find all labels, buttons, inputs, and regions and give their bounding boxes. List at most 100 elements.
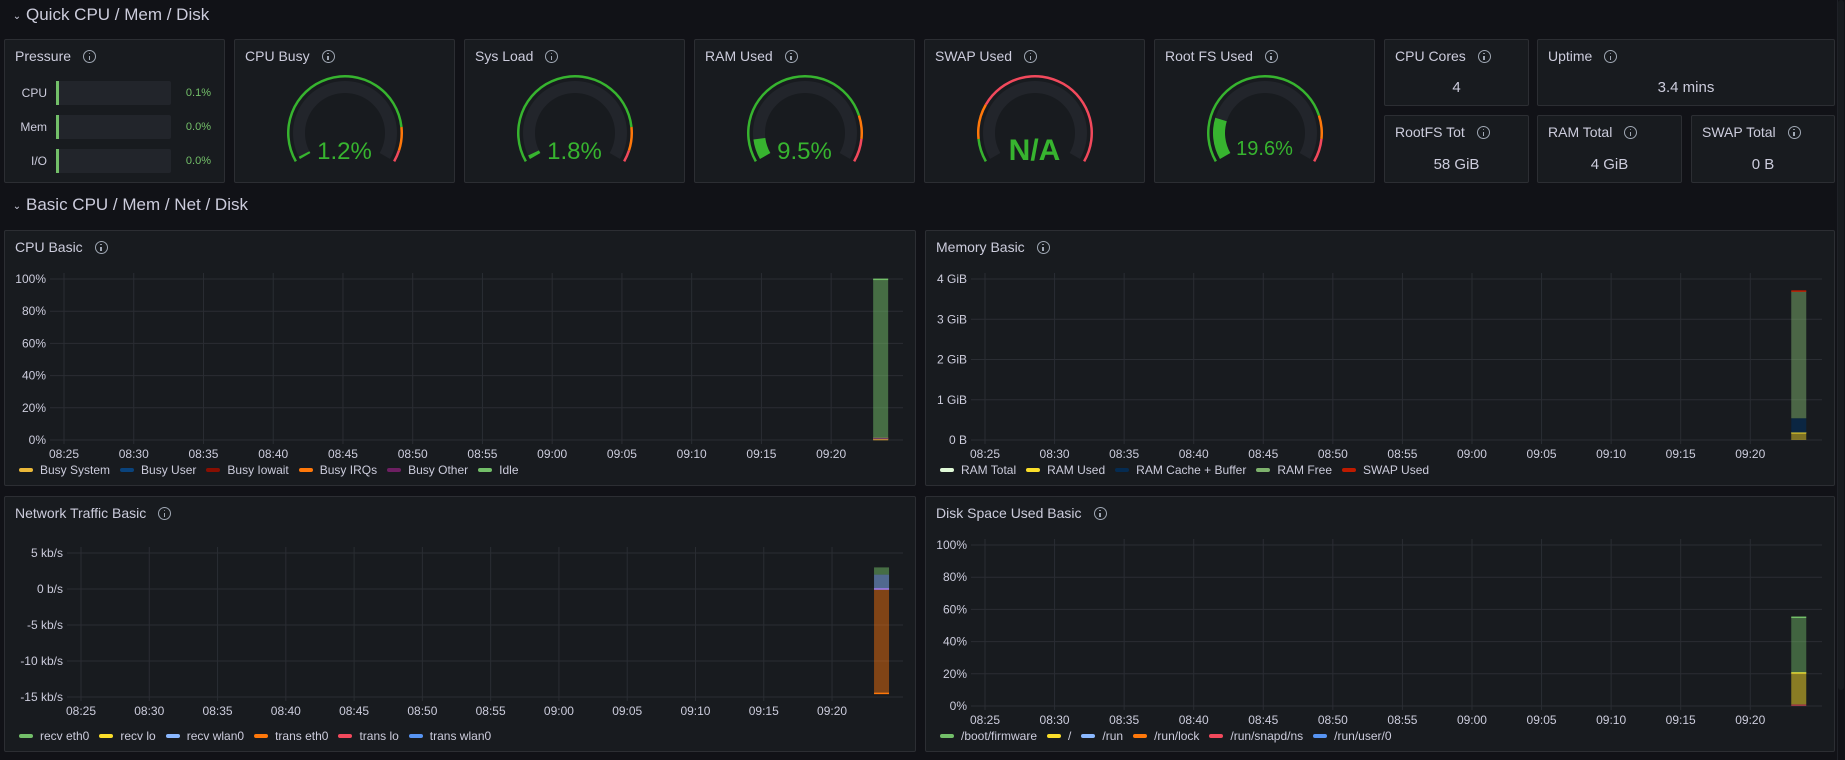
legend-item[interactable]: recv wlan0 (165, 729, 244, 743)
pressure-label: I/O (30, 154, 47, 168)
x-tick-label: 08:55 (1387, 713, 1417, 727)
gauge-threshold (857, 115, 863, 140)
legend-item[interactable]: /run/user/0 (1313, 729, 1392, 743)
legend-item[interactable]: Idle (478, 463, 519, 477)
legend-item[interactable]: /run (1081, 729, 1123, 743)
page-scrollbar[interactable] (1837, 0, 1845, 760)
panel-title-text: CPU Cores (1395, 48, 1466, 64)
legend-item[interactable]: recv lo (99, 729, 156, 743)
legend-item[interactable]: Busy User (120, 463, 196, 477)
x-tick-label: 08:40 (1179, 447, 1209, 461)
legend-item[interactable]: /run/snapd/ns (1209, 729, 1303, 743)
area-boot-firmware (1791, 617, 1807, 673)
legend-label: /boot/firmware (961, 729, 1038, 743)
legend-label: /run/snapd/ns (1230, 729, 1304, 743)
gauge-panel-root-fs-used: Root FS Used 19.6% (1154, 39, 1375, 183)
x-tick-label: 08:55 (467, 447, 497, 461)
stat-panel-swap-total: SWAP Total 0 B (1691, 115, 1835, 183)
legend-label: Busy System (40, 463, 111, 477)
legend-item[interactable]: RAM Free (1256, 463, 1332, 477)
info-icon[interactable] (1477, 125, 1490, 139)
row-header-quick[interactable]: ⌄ Quick CPU / Mem / Disk (12, 4, 209, 26)
stat-value: 58 GiB (1433, 156, 1480, 173)
pressure-bar (56, 115, 171, 139)
panel-title: CPU Cores (1395, 48, 1491, 64)
legend-label: recv lo (120, 729, 156, 743)
y-tick-label: 0 b/s (37, 582, 63, 596)
legend-item[interactable]: trans eth0 (254, 729, 328, 743)
x-tick-label: 09:20 (816, 447, 846, 461)
stat-value: 3.4 mins (1657, 79, 1715, 96)
legend-label: /run (1102, 729, 1124, 743)
x-tick-label: 09:05 (1527, 713, 1557, 727)
legend-label: recv eth0 (40, 729, 90, 743)
panel-title: RootFS Total (1395, 124, 1490, 140)
chart-plot: -15 kb/s -10 kb/s -5 kb/s 0 b/s 5 kb/s 08:25 0… (20, 546, 903, 718)
x-tick-label: 09:10 (680, 704, 710, 718)
info-icon[interactable] (83, 49, 97, 63)
info-icon[interactable] (1787, 125, 1801, 139)
legend-swatch (1209, 734, 1224, 738)
legend-swatch (298, 468, 313, 472)
scrollbar-thumb[interactable] (1838, 0, 1844, 690)
info-icon[interactable] (1624, 125, 1638, 139)
x-tick-label: 09:05 (607, 447, 637, 461)
panel-title-text: RootFS Total (1395, 124, 1465, 140)
x-tick-label: 08:30 (119, 447, 149, 461)
x-tick-label: 08:45 (1248, 713, 1278, 727)
legend-item[interactable]: Busy Iowait (206, 463, 289, 477)
legend-item[interactable]: SWAP Used (1342, 463, 1429, 477)
y-tick-label: 60% (22, 336, 46, 350)
x-tick-label: 09:00 (537, 447, 567, 461)
legend-item[interactable]: / (1047, 729, 1071, 743)
pressure-value: 0.1% (185, 87, 211, 99)
row-title: Basic CPU / Mem / Net / Disk (26, 195, 248, 214)
x-tick-label: 08:40 (258, 447, 288, 461)
legend-swatch (408, 734, 423, 738)
legend-item[interactable]: Busy IRQs (298, 463, 377, 477)
legend-swatch (19, 734, 33, 738)
legend-item[interactable]: /run/lock (1133, 729, 1199, 743)
area-trans-eth0 (874, 589, 890, 694)
pressure-bar (56, 81, 171, 105)
legend-item[interactable]: RAM Cache + Buffer (1115, 463, 1246, 477)
chart-legend: RAM Total RAM Used RAM Cache + Buffer RAM F… (940, 463, 1429, 477)
x-tick-label: 08:25 (970, 447, 1000, 461)
legend-label: SWAP Used (1363, 463, 1430, 477)
gauge (1207, 75, 1323, 162)
legend-label: RAM Cache + Buffer (1136, 463, 1247, 477)
legend-item[interactable]: /boot/firmware (940, 729, 1037, 743)
panel-title-text: SWAP Total (1702, 124, 1776, 140)
x-tick-label: 09:00 (1457, 447, 1487, 461)
pressure-label: CPU (21, 86, 47, 100)
legend-label: trans wlan0 (429, 729, 492, 743)
legend-swatch (206, 468, 221, 472)
legend-item[interactable]: RAM Used (1026, 463, 1105, 477)
x-tick-label: 09:20 (1735, 447, 1765, 461)
x-tick-label: 09:05 (1527, 447, 1557, 461)
legend-swatch (1342, 468, 1357, 472)
legend-item[interactable]: trans lo (338, 729, 399, 743)
gauge-panel-sys-load: Sys Load 1.8% (464, 39, 685, 183)
pressure-label: Mem (20, 120, 47, 134)
gauge-threshold (1317, 115, 1323, 140)
x-tick-label: 09:15 (1666, 447, 1696, 461)
x-tick-label: 09:10 (677, 447, 707, 461)
legend-label: RAM Used (1047, 463, 1106, 477)
info-icon[interactable] (1477, 49, 1491, 63)
legend-item[interactable]: recv eth0 (19, 729, 89, 743)
info-icon[interactable] (1604, 49, 1618, 63)
x-tick-label: 08:30 (1040, 447, 1070, 461)
legend-item[interactable]: Busy System (19, 463, 110, 477)
area-recv-eth0 (874, 567, 890, 575)
legend-item[interactable]: Busy Other (387, 463, 468, 477)
legend-item[interactable]: trans wlan0 (408, 729, 492, 743)
x-tick-label: 09:20 (1735, 713, 1765, 727)
x-tick-label: 08:35 (188, 447, 218, 461)
x-tick-label: 08:35 (1109, 713, 1139, 727)
y-tick-label: 80% (22, 304, 46, 318)
legend-item[interactable]: RAM Total (940, 463, 1016, 477)
row-header-basic[interactable]: ⌄ Basic CPU / Mem / Net / Disk (12, 194, 248, 216)
legend-swatch (1115, 468, 1130, 472)
legend-swatch (1256, 468, 1271, 472)
